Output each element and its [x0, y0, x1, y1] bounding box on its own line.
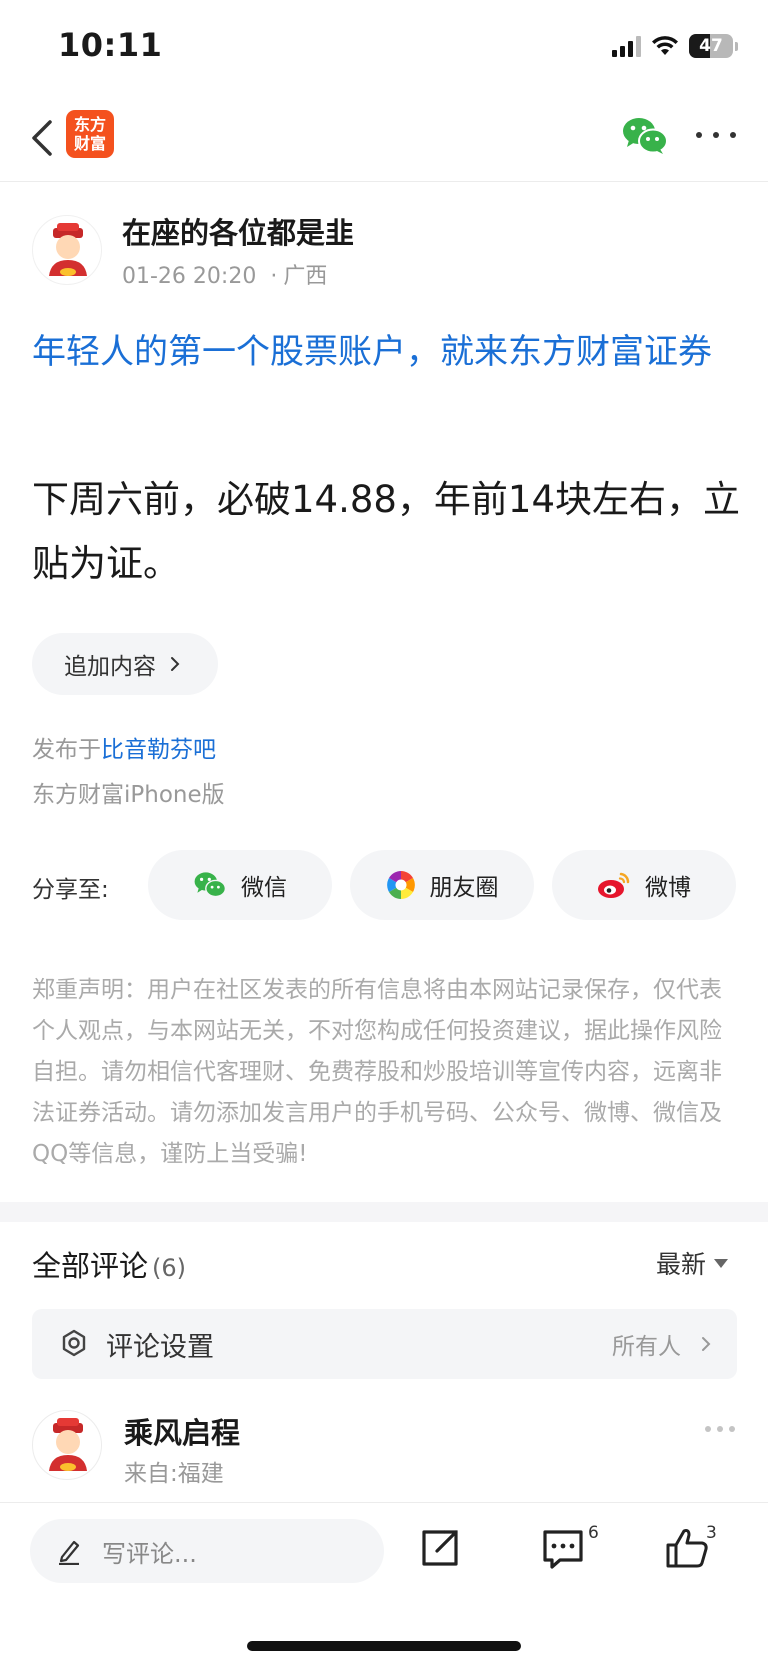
share-button[interactable]	[415, 1523, 465, 1573]
battery-level: 47	[699, 36, 723, 56]
home-indicator	[247, 1641, 521, 1651]
wechat-icon	[623, 118, 668, 154]
append-content-label: 追加内容	[64, 654, 156, 680]
disclaimer-text: 郑重声明：用户在社区发表的所有信息将由本网站记录保存，仅代表个人观点，与本网站无…	[32, 977, 722, 1167]
like-count-badge: 3	[706, 1523, 717, 1543]
author-name[interactable]: 在座的各位都是韭	[122, 210, 354, 252]
logo-line1: 东方	[73, 115, 106, 134]
comment-settings-value: 所有人	[612, 1334, 681, 1360]
status-time: 10:11	[58, 26, 163, 64]
caishen-avatar-icon	[49, 223, 87, 276]
weibo-icon	[598, 872, 630, 898]
share-weibo-button[interactable]: 微博	[552, 850, 736, 920]
nav-bar: 东方 财富	[0, 96, 768, 182]
sort-label: 最新	[656, 1250, 707, 1279]
chevron-right-icon	[171, 657, 180, 671]
wifi-icon	[652, 36, 678, 55]
back-button[interactable]	[24, 114, 60, 162]
comment-username[interactable]: 乘风启程	[124, 1410, 240, 1452]
pencil-icon	[59, 1540, 80, 1565]
forum-link[interactable]: 比音勒芬吧	[101, 737, 216, 763]
share-wechat-label: 微信	[241, 875, 287, 901]
comment-settings-value-group: 所有人	[612, 1327, 711, 1361]
status-bar: 10:11 47	[0, 0, 768, 96]
comments-button[interactable]	[538, 1523, 588, 1573]
bottom-action-bar: 写评论... 6 3	[0, 1502, 768, 1663]
battery-icon: 47	[689, 34, 733, 58]
write-comment-input[interactable]: 写评论...	[30, 1519, 384, 1583]
append-content-button[interactable]: 追加内容	[32, 633, 218, 695]
comment-location: 来自:福建	[124, 1461, 224, 1487]
share-label: 分享至:	[32, 877, 109, 903]
post-location: 广西	[283, 264, 328, 289]
author-meta: 01-26 20:20 · 广西	[122, 258, 327, 290]
share-moments-button[interactable]: 朋友圈	[350, 850, 534, 920]
comments-title: 全部评论	[32, 1249, 149, 1283]
post-date: 01-26 20:20	[122, 264, 257, 289]
device-info: 东方财富iPhone版	[32, 782, 225, 808]
comment-settings-row[interactable]: 评论设置 所有人	[32, 1309, 737, 1379]
more-options-button[interactable]	[696, 120, 736, 150]
status-icons: 47	[612, 34, 738, 58]
comment-settings-label: 评论设置	[106, 1331, 214, 1363]
meta-separator: ·	[270, 264, 278, 289]
thumbs-up-icon	[666, 1529, 708, 1568]
wechat-share-button[interactable]	[622, 116, 668, 156]
like-button[interactable]	[662, 1523, 712, 1573]
publish-prefix: 发布于	[32, 737, 101, 763]
chevron-right-icon	[702, 1337, 711, 1351]
battery-cap	[735, 41, 738, 51]
logo-line2: 财富	[73, 134, 106, 153]
post-body: 下周六前，必破14.88，年前14块左右，立贴为证。	[32, 478, 741, 585]
share-moments-label: 朋友圈	[429, 875, 499, 901]
comment-bubble-icon	[543, 1530, 583, 1569]
chevron-left-icon	[32, 120, 52, 156]
section-divider	[0, 1202, 768, 1222]
moments-aperture-icon	[386, 871, 415, 899]
comment-avatar[interactable]	[32, 1410, 102, 1480]
gear-icon	[62, 1329, 86, 1357]
battery-indicator: 47	[689, 34, 738, 58]
share-external-icon	[422, 1530, 458, 1566]
comments-header: 全部评论 (6)	[32, 1243, 186, 1285]
sort-dropdown[interactable]: 最新	[656, 1245, 729, 1281]
publish-info: 发布于比音勒芬吧	[32, 730, 216, 764]
caret-down-icon	[714, 1258, 729, 1268]
caishen-avatar-icon	[49, 1418, 87, 1471]
promo-link[interactable]: 年轻人的第一个股票账户，就来东方财富证券	[32, 325, 738, 379]
write-comment-placeholder: 写评论...	[102, 1539, 197, 1568]
eastmoney-logo[interactable]: 东方 财富	[66, 110, 114, 158]
wechat-icon	[194, 872, 227, 898]
comment-count-badge: 6	[588, 1523, 599, 1543]
share-weibo-label: 微博	[645, 875, 691, 901]
share-wechat-button[interactable]: 微信	[148, 850, 332, 920]
comments-count: (6)	[152, 1254, 187, 1282]
author-avatar[interactable]	[32, 215, 102, 285]
cellular-signal-icon	[612, 35, 641, 57]
comment-more-button[interactable]	[705, 1426, 735, 1434]
